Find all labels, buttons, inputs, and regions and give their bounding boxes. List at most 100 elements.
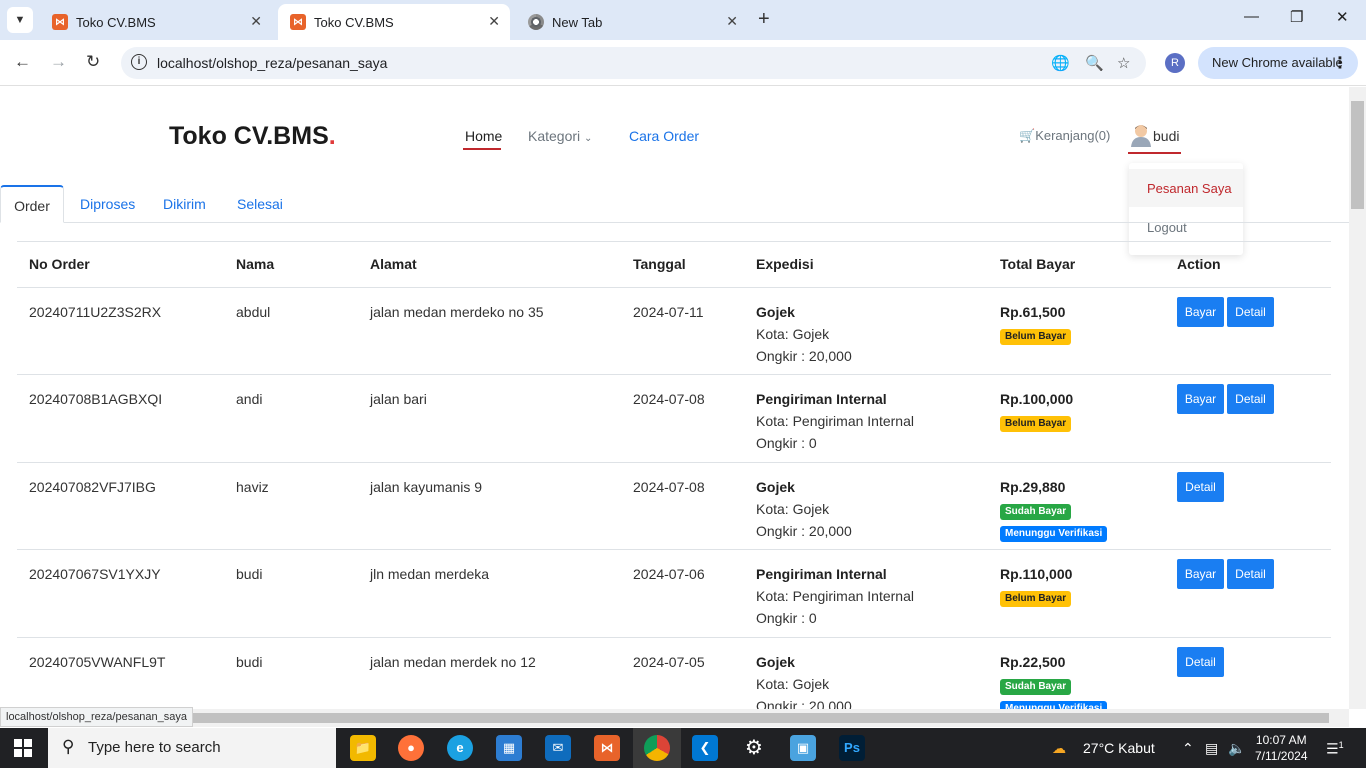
chrome-update-button[interactable]: New Chrome available ⋮: [1198, 47, 1358, 79]
vertical-scroll-thumb[interactable]: [1351, 101, 1364, 209]
nav-home[interactable]: Home: [465, 128, 502, 144]
cell-nama: haviz: [236, 479, 269, 495]
tab-title: New Tab: [552, 14, 603, 30]
header-tanggal: Tanggal: [633, 256, 686, 272]
cell-total: Rp.110,000 Belum Bayar: [1000, 563, 1072, 607]
minimize-icon[interactable]: —: [1244, 8, 1259, 25]
nav-cara-order[interactable]: Cara Order: [629, 128, 699, 144]
verification-badge: Menunggu Verifikasi: [1000, 701, 1108, 709]
browser-tab-3[interactable]: New Tab ✕: [516, 4, 748, 40]
more-menu-icon[interactable]: ⋮: [1332, 53, 1348, 73]
tab-diproses[interactable]: Diproses: [80, 185, 135, 223]
cell-expedisi: Gojek Kota: Gojek Ongkir : 20,000: [756, 301, 852, 367]
horizontal-scrollbar[interactable]: [0, 709, 1349, 727]
browser-tab-1[interactable]: ⋈ Toko CV.BMS ✕: [40, 4, 272, 40]
header-action: Action: [1177, 256, 1221, 272]
bookmark-star-icon[interactable]: ☆: [1117, 54, 1130, 72]
cell-tanggal: 2024-07-05: [633, 654, 705, 670]
cell-expedisi: Pengiriman Internal Kota: Pengiriman Int…: [756, 388, 914, 454]
expedisi-ongkir: Ongkir : 0: [756, 610, 817, 626]
brand-name: Toko CV.BMS: [169, 122, 329, 150]
orders-table: No Order Nama Alamat Tanggal Expedisi To…: [17, 241, 1331, 709]
table-row: 20240705VWANFL9T budi jalan medan merdek…: [17, 637, 1331, 709]
profile-avatar[interactable]: R: [1165, 53, 1185, 73]
detail-button[interactable]: Detail: [1227, 384, 1274, 414]
xampp-icon[interactable]: ⋈: [594, 735, 620, 761]
close-icon[interactable]: ✕: [488, 13, 500, 30]
edge-icon[interactable]: e: [447, 735, 473, 761]
table-row: 20240708B1AGBXQI andi jalan bari 2024-07…: [17, 374, 1331, 462]
cell-total: Rp.29,880 Sudah Bayar Menunggu Verifikas…: [1000, 476, 1108, 542]
taskbar-clock[interactable]: 10:07 AM 7/11/2024: [1255, 732, 1308, 764]
horizontal-scroll-thumb[interactable]: [0, 713, 1329, 723]
bayar-button[interactable]: Bayar: [1177, 559, 1224, 589]
close-icon[interactable]: ✕: [726, 13, 738, 30]
tab-dikirim[interactable]: Dikirim: [163, 185, 206, 223]
detail-button[interactable]: Detail: [1227, 559, 1274, 589]
page-content: Toko CV.BMS. Home Kategori ⌄ Cara Order …: [0, 87, 1349, 709]
window-close-icon[interactable]: ✕: [1336, 8, 1349, 26]
site-info-icon[interactable]: i: [131, 54, 147, 70]
cell-no-order: 20240711U2Z3S2RX: [29, 304, 162, 320]
cell-no-order: 202407067SV1YXJY: [29, 566, 161, 582]
cell-alamat: jalan bari: [370, 391, 427, 407]
total-bayar: Rp.100,000: [1000, 391, 1074, 407]
store-icon[interactable]: ▦: [496, 735, 522, 761]
detail-button[interactable]: Detail: [1177, 647, 1224, 677]
volume-icon[interactable]: 🔈: [1228, 740, 1245, 757]
browser-tab-2[interactable]: ⋈ Toko CV.BMS ✕: [278, 4, 510, 40]
cell-nama: andi: [236, 391, 263, 407]
site-logo[interactable]: Toko CV.BMS.: [169, 122, 336, 151]
restore-icon[interactable]: ❐: [1290, 8, 1303, 26]
update-label: New Chrome available: [1212, 55, 1343, 70]
tray-chevron-up-icon[interactable]: ⌃: [1182, 740, 1194, 757]
notification-icon[interactable]: ☰1: [1326, 740, 1344, 758]
vertical-scrollbar[interactable]: [1349, 87, 1366, 709]
cell-no-order: 20240705VWANFL9T: [29, 654, 166, 670]
weather-text[interactable]: 27°C Kabut: [1083, 740, 1155, 756]
new-tab-button[interactable]: +: [758, 8, 770, 31]
tab-search-button[interactable]: ▼: [7, 7, 33, 33]
control-panel-icon[interactable]: ▣: [790, 735, 816, 761]
status-badge: Belum Bayar: [1000, 416, 1072, 432]
back-arrow-icon[interactable]: ←: [14, 52, 31, 72]
nav-kategori[interactable]: Kategori ⌄: [528, 128, 592, 144]
vscode-icon[interactable]: ❮: [692, 735, 718, 761]
total-bayar: Rp.22,500: [1000, 654, 1066, 670]
bayar-button[interactable]: Bayar: [1177, 384, 1224, 414]
photoshop-icon[interactable]: Ps: [839, 735, 865, 761]
network-icon[interactable]: ▤: [1205, 740, 1218, 757]
order-status-tabs: Order Diproses Dikirim Selesai: [0, 185, 1349, 223]
forward-arrow-icon[interactable]: →: [50, 52, 67, 72]
cell-expedisi: Gojek Kota: Gojek Ongkir : 20,000: [756, 476, 852, 542]
header-expedisi: Expedisi: [756, 256, 814, 272]
header-alamat: Alamat: [370, 256, 417, 272]
status-badge: Sudah Bayar: [1000, 504, 1072, 520]
chrome-icon[interactable]: [644, 735, 670, 761]
firefox-icon[interactable]: ●: [398, 735, 424, 761]
address-bar[interactable]: i localhost/olshop_reza/pesanan_saya 🌐 🔍…: [121, 47, 1146, 79]
cart-link[interactable]: 🛒Keranjang(0): [1019, 128, 1110, 144]
tab-selesai[interactable]: Selesai: [237, 185, 283, 223]
user-name: budi: [1153, 128, 1180, 144]
detail-button[interactable]: Detail: [1177, 472, 1224, 502]
brand-dot: .: [328, 122, 336, 150]
url-text[interactable]: localhost/olshop_reza/pesanan_saya: [157, 55, 387, 71]
expedisi-kota: Kota: Gojek: [756, 326, 830, 342]
tab-title: Toko CV.BMS: [76, 14, 156, 30]
tab-order[interactable]: Order: [0, 185, 64, 223]
close-icon[interactable]: ✕: [250, 13, 262, 30]
bayar-button[interactable]: Bayar: [1177, 297, 1224, 327]
zoom-icon[interactable]: 🔍: [1085, 54, 1104, 72]
file-explorer-icon[interactable]: 📁: [350, 735, 376, 761]
link-status-bubble: localhost/olshop_reza/pesanan_saya: [0, 707, 194, 727]
translate-icon[interactable]: 🌐: [1051, 54, 1070, 72]
detail-button[interactable]: Detail: [1227, 297, 1274, 327]
reload-icon[interactable]: ↻: [86, 52, 100, 72]
settings-gear-icon[interactable]: ⚙: [741, 735, 767, 761]
windows-start-icon[interactable]: [14, 739, 32, 757]
taskbar-search-input[interactable]: ⚲ Type here to search: [48, 728, 336, 768]
expedisi-kota: Kota: Pengiriman Internal: [756, 413, 914, 429]
search-icon: ⚲: [62, 737, 75, 756]
mail-icon[interactable]: ✉: [545, 735, 571, 761]
